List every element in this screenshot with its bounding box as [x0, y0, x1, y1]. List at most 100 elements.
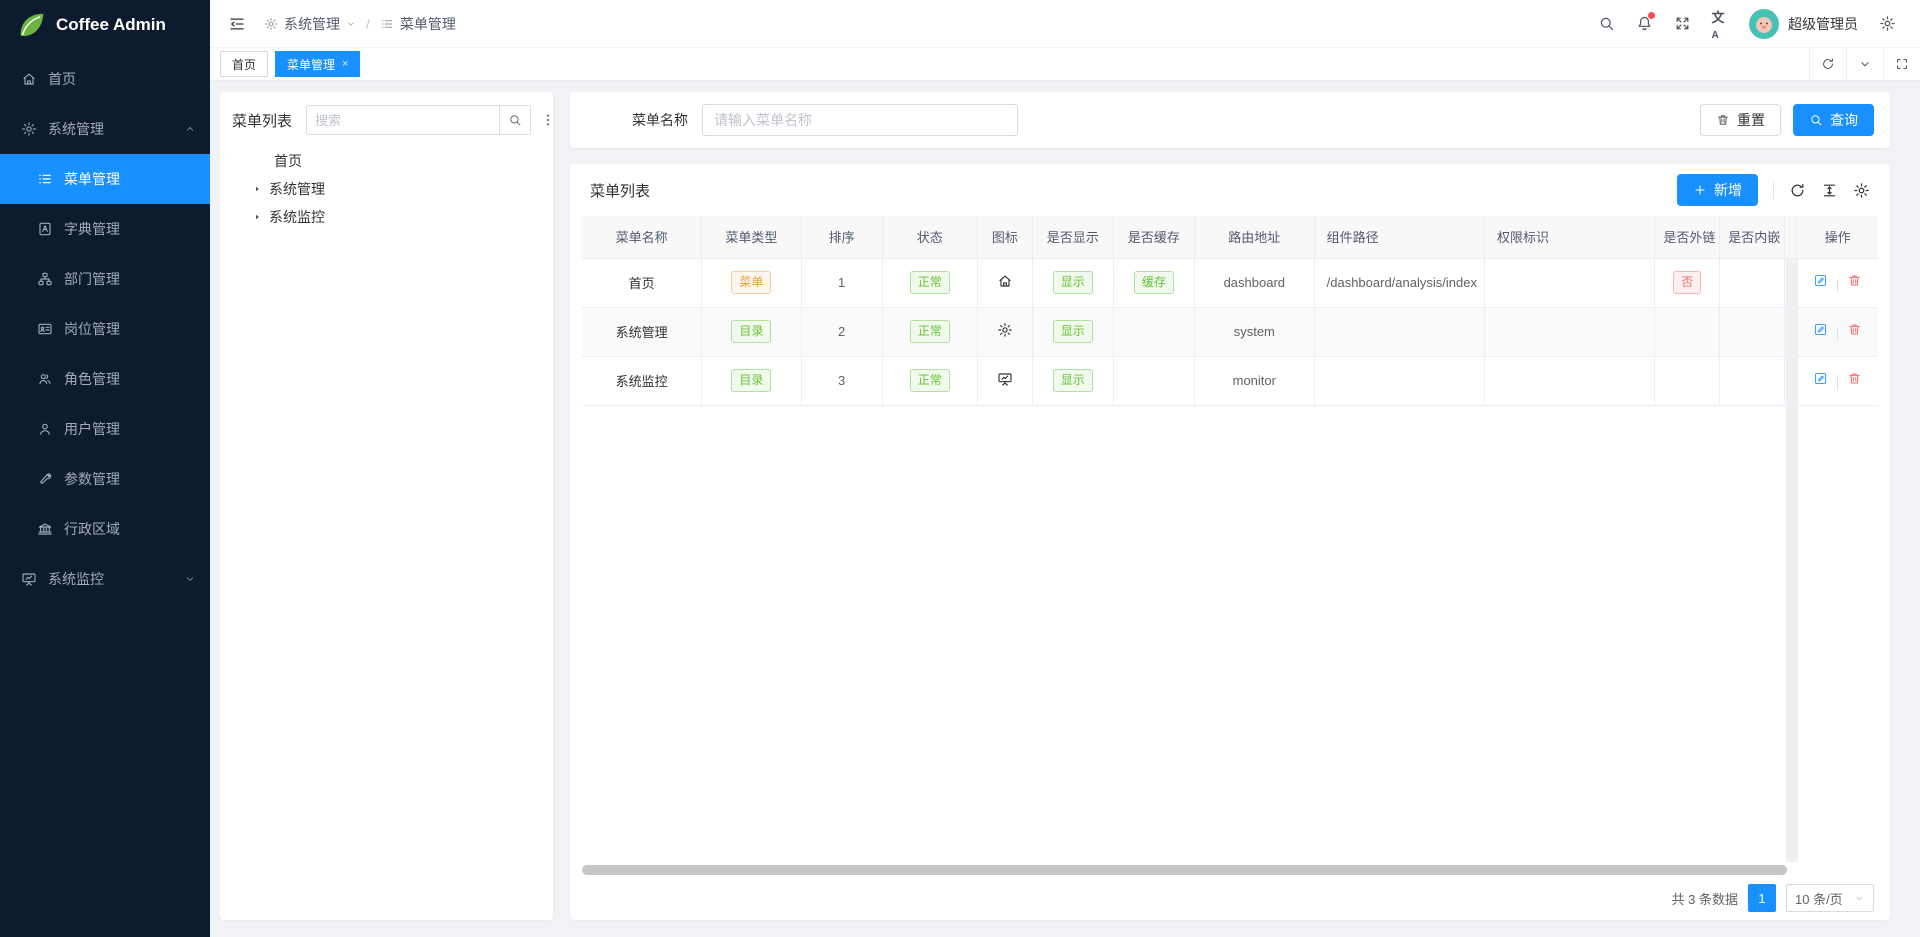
cell-name: 首页	[582, 258, 702, 307]
tree-node[interactable]: 系统管理	[232, 175, 541, 203]
menu-name-input[interactable]	[702, 104, 1018, 136]
cell-external: 否	[1655, 258, 1720, 307]
gear-icon	[264, 17, 278, 31]
tab[interactable]: 首页	[220, 51, 268, 77]
delete-button[interactable]	[1847, 322, 1862, 337]
toolbar-divider	[1773, 182, 1774, 199]
cell-status: 正常	[882, 307, 977, 356]
edit-button[interactable]	[1813, 322, 1828, 337]
status-badge: 菜单	[731, 271, 771, 293]
chevron-down-button[interactable]	[1846, 48, 1883, 80]
cell-embedded	[1720, 307, 1785, 356]
cell-perm	[1484, 356, 1654, 405]
app-title: Coffee Admin	[56, 15, 166, 35]
table-toolbar: 菜单列表 新增	[570, 164, 1890, 216]
menu-tree: 首页系统管理系统监控	[232, 147, 541, 231]
cell-type: 目录	[702, 356, 801, 405]
column-header: 是否显示	[1032, 216, 1113, 258]
sidebar-subitem-label: 菜单管理	[64, 169, 120, 189]
column-header: 组件路径	[1314, 216, 1484, 258]
cell-status: 正常	[882, 258, 977, 307]
sidebar-item[interactable]: 首页	[0, 54, 210, 104]
cell-cache	[1113, 356, 1194, 405]
breadcrumb-item[interactable]: 菜单管理	[380, 14, 456, 34]
cell-perm	[1484, 258, 1654, 307]
tabbar-action-icons	[1809, 48, 1920, 80]
cell-route: dashboard	[1194, 258, 1314, 307]
tree-more-button[interactable]	[540, 112, 553, 128]
refresh-button[interactable]	[1789, 182, 1806, 199]
table-row: 首页菜单1正常显示缓存dashboard/dashboard/analysis/…	[582, 258, 1878, 307]
sidebar-subitem[interactable]: 行政区域	[0, 504, 210, 554]
delete-button[interactable]	[1847, 371, 1862, 386]
cell-component	[1314, 307, 1484, 356]
reset-button[interactable]: 重置	[1700, 104, 1781, 136]
topbar-actions: 文A 超级管理员	[1587, 0, 1906, 48]
sidebar-subitem[interactable]: 部门管理	[0, 254, 210, 304]
query-button-label: 查询	[1830, 110, 1858, 130]
sidebar-subitem-label: 字典管理	[64, 219, 120, 239]
edit-button[interactable]	[1813, 273, 1828, 288]
scrollbar-thumb[interactable]	[582, 865, 1787, 875]
reset-button-label: 重置	[1737, 110, 1765, 130]
role-icon	[37, 371, 53, 387]
table-row: 系统管理目录2正常显示system	[582, 307, 1878, 356]
translate-button[interactable]: 文A	[1701, 0, 1739, 48]
cell-actions	[1797, 356, 1878, 405]
user-menu[interactable]: 超级管理员	[1739, 0, 1868, 48]
cell-actions	[1797, 258, 1878, 307]
sidebar-item[interactable]: 系统管理	[0, 104, 210, 154]
sidebar-subitem[interactable]: 岗位管理	[0, 304, 210, 354]
tree-node[interactable]: 首页	[232, 147, 541, 175]
add-button[interactable]: 新增	[1677, 174, 1758, 206]
column-header: 是否缓存	[1113, 216, 1194, 258]
delete-button[interactable]	[1847, 273, 1862, 288]
column-header: 状态	[882, 216, 977, 258]
tree-search-input[interactable]	[306, 105, 499, 135]
maximize-icon	[1895, 57, 1909, 71]
column-header: 是否外链	[1655, 216, 1720, 258]
maximize-button[interactable]	[1883, 48, 1920, 80]
tab-label: 菜单管理	[287, 56, 335, 73]
column-height-button[interactable]	[1821, 182, 1838, 199]
table-horizontal-scrollbar[interactable]	[582, 864, 1878, 876]
sidebar-subitem-label: 用户管理	[64, 419, 120, 439]
logo[interactable]: Coffee Admin	[0, 0, 210, 50]
sidebar-subitem[interactable]: 角色管理	[0, 354, 210, 404]
refresh-button[interactable]	[1809, 48, 1846, 80]
cell-external	[1655, 356, 1720, 405]
bell-button[interactable]	[1625, 0, 1663, 48]
column-header: 操作	[1797, 216, 1878, 258]
sidebar-item[interactable]: 系统监控	[0, 554, 210, 604]
column-header: 菜单名称	[582, 216, 702, 258]
sidebar-subitem[interactable]: 字典管理	[0, 204, 210, 254]
tab[interactable]: 菜单管理 ×	[275, 51, 360, 77]
settings-button[interactable]	[1868, 0, 1906, 48]
cell-component	[1314, 356, 1484, 405]
query-button[interactable]: 查询	[1793, 104, 1874, 136]
home-icon	[997, 273, 1013, 289]
gear-button[interactable]	[1853, 182, 1870, 199]
edit-button[interactable]	[1813, 371, 1828, 386]
fullscreen-button[interactable]	[1663, 0, 1701, 48]
table-vertical-scrollbar[interactable]	[1786, 258, 1798, 862]
collapse-sidebar-button[interactable]	[228, 15, 246, 33]
cell-type: 目录	[702, 307, 801, 356]
chevron-up-icon	[184, 123, 196, 135]
topbar-action-icons: 文A	[1587, 0, 1739, 48]
search-button[interactable]	[1587, 0, 1625, 48]
breadcrumb-item[interactable]: 系统管理	[264, 14, 356, 34]
sidebar-subitem[interactable]: 菜单管理	[0, 154, 210, 204]
content: 菜单列表 首页系统管理系统监控 菜单名称	[210, 81, 1920, 937]
wrench-icon	[37, 471, 53, 487]
tree-search-button[interactable]	[499, 105, 531, 135]
sidebar-subitem[interactable]: 用户管理	[0, 404, 210, 454]
column-header: 路由地址	[1194, 216, 1314, 258]
sidebar-subitem[interactable]: 参数管理	[0, 454, 210, 504]
cell-name: 系统监控	[582, 356, 702, 405]
tree-node[interactable]: 系统监控	[232, 203, 541, 231]
tab-close-icon[interactable]: ×	[342, 58, 348, 70]
column-header: 菜单类型	[702, 216, 801, 258]
page-size-select[interactable]: 10 条/页	[1786, 884, 1874, 912]
page-1-button[interactable]: 1	[1748, 884, 1776, 912]
